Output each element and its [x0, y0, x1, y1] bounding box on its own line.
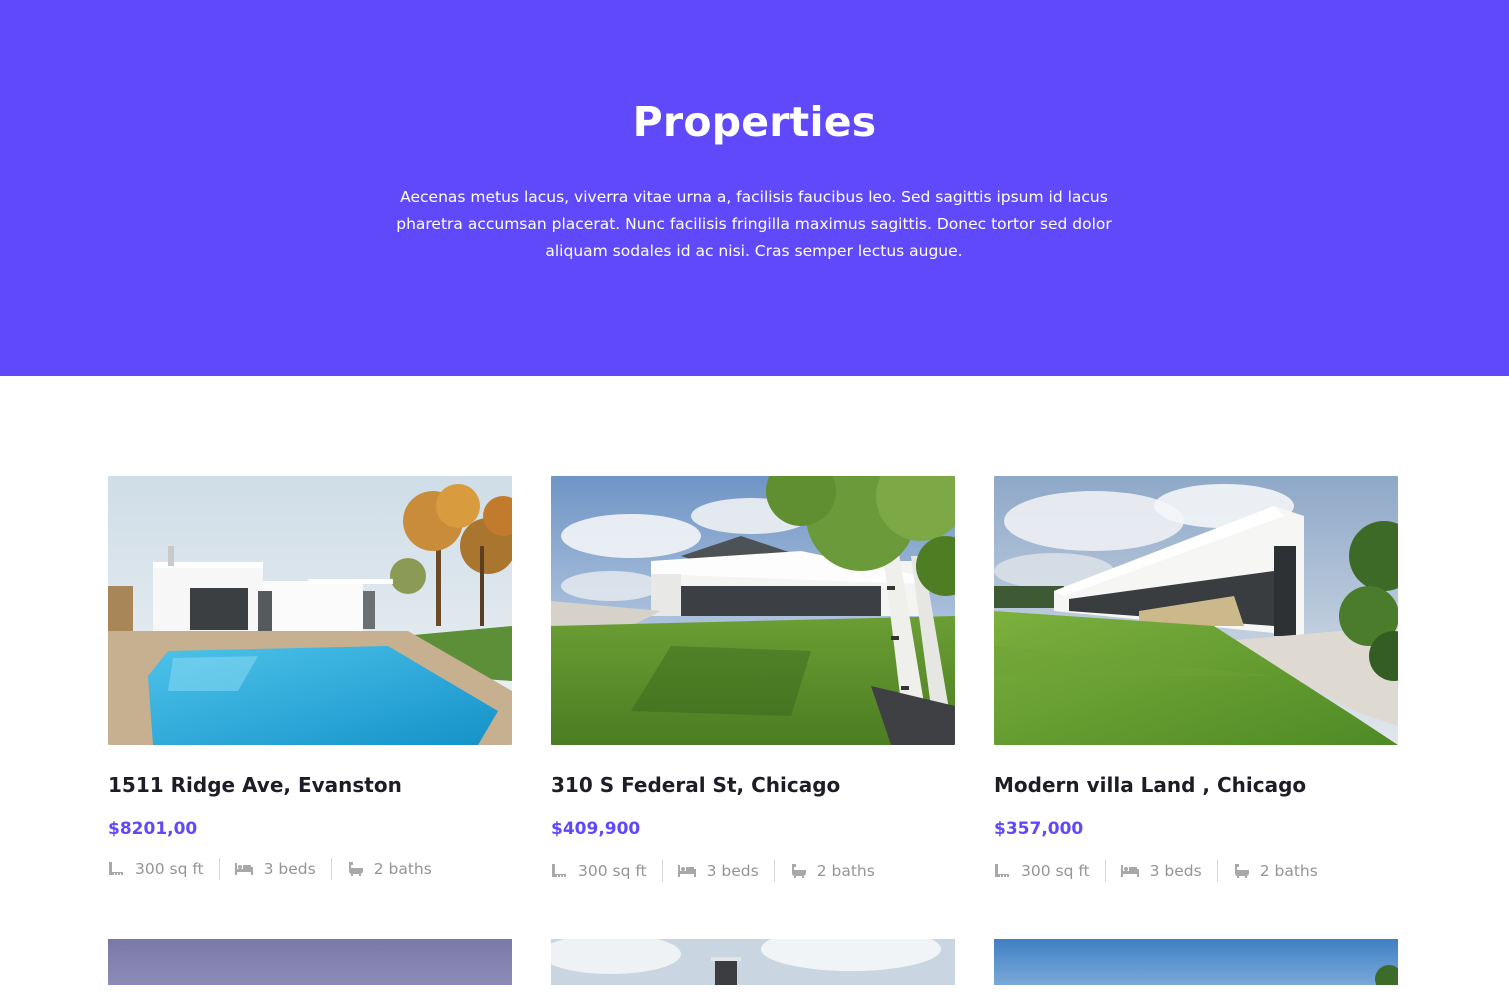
property-photo-partial[interactable]: [108, 939, 512, 999]
property-price: $8201,00: [108, 819, 198, 839]
beds-feature: 3 beds: [677, 862, 759, 880]
baths-text: 2 baths: [816, 862, 875, 880]
beds-text: 3 beds: [263, 860, 316, 878]
ruler-area-icon: [995, 864, 1009, 877]
baths-feature: 2 baths: [1233, 862, 1318, 880]
property-image-partial: [994, 939, 1398, 993]
area-feature: 300 sq ft: [994, 862, 1090, 880]
property-price: $357,000: [994, 819, 1084, 839]
divider: [218, 858, 220, 880]
property-photo[interactable]: [108, 476, 512, 745]
baths-feature: 2 baths: [347, 860, 432, 878]
bathtub-icon: [791, 864, 806, 878]
beds-feature: 3 beds: [234, 860, 316, 878]
property-photo-partial[interactable]: [994, 939, 1398, 999]
property-image-partial: [551, 939, 955, 985]
property-features: 300 sq ft 3 beds 2 baths: [551, 859, 875, 883]
page-description: Aecenas metus lacus, viverra vitae urna …: [396, 188, 1112, 260]
property-card[interactable]: 310 S Federal St, Chicago $409,900 300 s…: [551, 476, 955, 882]
page-header: Properties Aecenas metus lacus, viverra …: [0, 0, 1509, 376]
area-text: 300 sq ft: [578, 862, 647, 880]
baths-feature: 2 baths: [790, 862, 875, 880]
divider: [330, 858, 332, 880]
property-card[interactable]: Modern villa Land , Chicago $357,000 300…: [994, 476, 1398, 882]
bed-icon: [234, 863, 253, 875]
bathtub-icon: [1234, 864, 1249, 878]
beds-feature: 3 beds: [1120, 862, 1202, 880]
property-features: 300 sq ft 3 beds 2 baths: [994, 859, 1318, 883]
page-title: Properties: [632, 98, 877, 146]
property-features: 300 sq ft 3 beds 2 baths: [108, 857, 432, 881]
property-photo[interactable]: [551, 476, 955, 745]
property-photo-partial[interactable]: [551, 939, 955, 999]
divider: [661, 860, 663, 882]
property-image-partial: [108, 939, 512, 985]
bathtub-icon: [348, 862, 363, 876]
baths-text: 2 baths: [373, 860, 432, 878]
beds-text: 3 beds: [1149, 862, 1202, 880]
divider: [1216, 860, 1218, 882]
ruler-area-icon: [109, 862, 123, 875]
divider: [773, 860, 775, 882]
ruler-area-icon: [552, 864, 566, 877]
modern-villa-image: [994, 476, 1398, 745]
property-title[interactable]: 310 S Federal St, Chicago: [551, 773, 840, 797]
property-card[interactable]: 1511 Ridge Ave, Evanston $8201,00 300 sq…: [108, 476, 512, 880]
area-feature: 300 sq ft: [551, 862, 647, 880]
beds-text: 3 beds: [706, 862, 759, 880]
area-text: 300 sq ft: [135, 860, 204, 878]
modern-house-lawn-image: [551, 476, 955, 745]
area-feature: 300 sq ft: [108, 860, 204, 878]
area-text: 300 sq ft: [1021, 862, 1090, 880]
house-with-pool-image: [108, 476, 512, 745]
property-title[interactable]: 1511 Ridge Ave, Evanston: [108, 773, 402, 797]
bed-icon: [1120, 865, 1139, 877]
divider: [1104, 860, 1106, 882]
bed-icon: [677, 865, 696, 877]
property-title[interactable]: Modern villa Land , Chicago: [994, 773, 1306, 797]
property-price: $409,900: [551, 819, 641, 839]
baths-text: 2 baths: [1259, 862, 1318, 880]
property-photo[interactable]: [994, 476, 1398, 745]
